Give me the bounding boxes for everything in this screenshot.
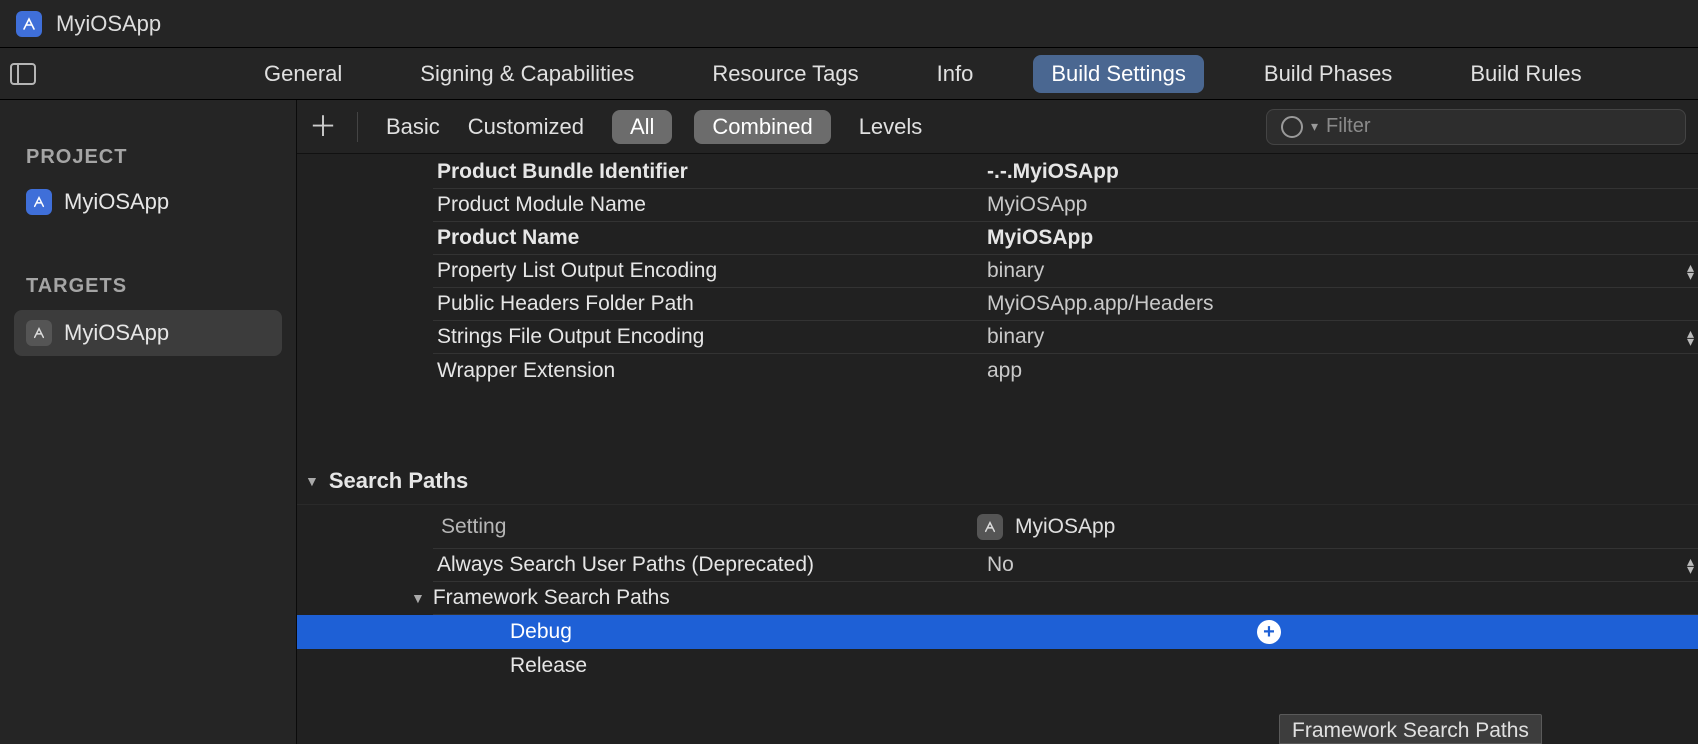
col-target: MyiOSApp [1015, 515, 1115, 539]
sidebar-project-item[interactable]: MyiOSApp [0, 181, 296, 223]
setting-row[interactable]: Product Name MyiOSApp [433, 222, 1698, 255]
filter-field[interactable]: ▾ [1266, 109, 1686, 145]
tab-info[interactable]: Info [919, 55, 992, 93]
scope-levels[interactable]: Levels [859, 114, 923, 140]
sidebar-target-name: MyiOSApp [64, 320, 169, 346]
setting-row[interactable]: Property List Output Encoding binary ▴▾ [433, 255, 1698, 288]
sidebar-project-name: MyiOSApp [64, 189, 169, 215]
chevron-down-icon[interactable]: ▾ [1311, 118, 1318, 135]
setting-row[interactable]: Product Module Name MyiOSApp [433, 189, 1698, 222]
sidebar-target-item[interactable]: MyiOSApp [14, 310, 282, 356]
sidebar-section-project: PROJECT [0, 140, 296, 181]
title-bar: MyiOSApp [0, 0, 1698, 48]
setting-key: Framework Search Paths [433, 586, 670, 610]
section-title: Search Paths [329, 468, 468, 494]
scope-combined[interactable]: Combined [694, 110, 830, 144]
chevron-down-icon[interactable]: ▼ [305, 473, 319, 489]
tab-general[interactable]: General [246, 55, 360, 93]
add-build-setting-button[interactable]: ＋ [309, 113, 337, 141]
setting-key: Property List Output Encoding [433, 259, 987, 283]
setting-row[interactable]: Always Search User Paths (Deprecated) No… [433, 549, 1698, 582]
setting-row[interactable]: Strings File Output Encoding binary ▴▾ [433, 321, 1698, 354]
filter-icon [1281, 116, 1303, 138]
editor-tab-bar: General Signing & Capabilities Resource … [0, 48, 1698, 100]
tab-resource-tags[interactable]: Resource Tags [694, 55, 876, 93]
setting-value[interactable]: binary [987, 325, 1558, 349]
chevron-down-icon[interactable]: ▼ [411, 590, 425, 606]
setting-value[interactable]: -.-.MyiOSApp [987, 160, 1558, 184]
project-title: MyiOSApp [56, 11, 161, 37]
setting-key: Product Name [433, 226, 987, 250]
setting-key: Always Search User Paths (Deprecated) [433, 553, 987, 577]
target-icon [26, 320, 52, 346]
col-setting: Setting [433, 515, 977, 539]
separator [357, 112, 358, 142]
editor-tabs: General Signing & Capabilities Resource … [246, 55, 1600, 93]
setting-value[interactable]: No [987, 553, 1558, 577]
settings-rows: Product Bundle Identifier -.-.MyiOSApp P… [297, 154, 1698, 682]
config-label: Debug [510, 620, 572, 644]
setting-value[interactable]: binary [987, 259, 1558, 283]
setting-key: Strings File Output Encoding [433, 325, 987, 349]
column-header-row: Setting MyiOSApp [433, 505, 1698, 549]
setting-key: Product Module Name [433, 193, 987, 217]
project-icon [16, 11, 42, 37]
scope-all[interactable]: All [612, 110, 672, 144]
setting-key: Wrapper Extension [433, 359, 987, 383]
setting-value[interactable]: MyiOSApp.app/Headers [987, 292, 1558, 316]
add-value-icon[interactable]: + [1257, 620, 1281, 644]
filter-input[interactable] [1326, 115, 1671, 138]
stepper-icon[interactable]: ▴▾ [1687, 557, 1694, 573]
tab-build-rules[interactable]: Build Rules [1452, 55, 1599, 93]
section-search-paths[interactable]: ▼ Search Paths [297, 457, 1698, 505]
setting-row-framework-search-paths[interactable]: ▼ Framework Search Paths [433, 582, 1698, 615]
scope-customized[interactable]: Customized [468, 114, 584, 140]
setting-row[interactable]: Wrapper Extension app [433, 354, 1698, 387]
config-label: Release [510, 654, 587, 678]
setting-row[interactable]: Public Headers Folder Path MyiOSApp.app/… [433, 288, 1698, 321]
setting-row[interactable]: Product Bundle Identifier -.-.MyiOSApp [433, 156, 1698, 189]
setting-value[interactable]: app [987, 359, 1558, 383]
target-icon [977, 514, 1003, 540]
targets-sidebar: PROJECT MyiOSApp TARGETS MyiOSApp [0, 100, 297, 744]
navigator-toggle-icon[interactable] [10, 63, 36, 85]
tab-signing[interactable]: Signing & Capabilities [402, 55, 652, 93]
tab-build-settings[interactable]: Build Settings [1033, 55, 1204, 93]
spacer [433, 387, 1698, 427]
stepper-icon[interactable]: ▴▾ [1687, 263, 1694, 279]
project-icon [26, 189, 52, 215]
config-row-debug[interactable]: Debug + [297, 615, 1698, 649]
tooltip: Framework Search Paths [1279, 714, 1542, 744]
setting-value[interactable]: MyiOSApp [987, 226, 1558, 250]
setting-key: Public Headers Folder Path [433, 292, 987, 316]
setting-value[interactable]: MyiOSApp [987, 193, 1558, 217]
scope-basic[interactable]: Basic [386, 114, 440, 140]
stepper-icon[interactable]: ▴▾ [1687, 329, 1694, 345]
sidebar-section-targets: TARGETS [0, 269, 296, 310]
build-settings-toolbar: ＋ Basic Customized All Combined Levels ▾ [297, 100, 1698, 154]
setting-key: Product Bundle Identifier [433, 160, 987, 184]
build-settings-content: ＋ Basic Customized All Combined Levels ▾… [297, 100, 1698, 744]
tab-build-phases[interactable]: Build Phases [1246, 55, 1410, 93]
config-row-release[interactable]: Release [433, 649, 1698, 682]
